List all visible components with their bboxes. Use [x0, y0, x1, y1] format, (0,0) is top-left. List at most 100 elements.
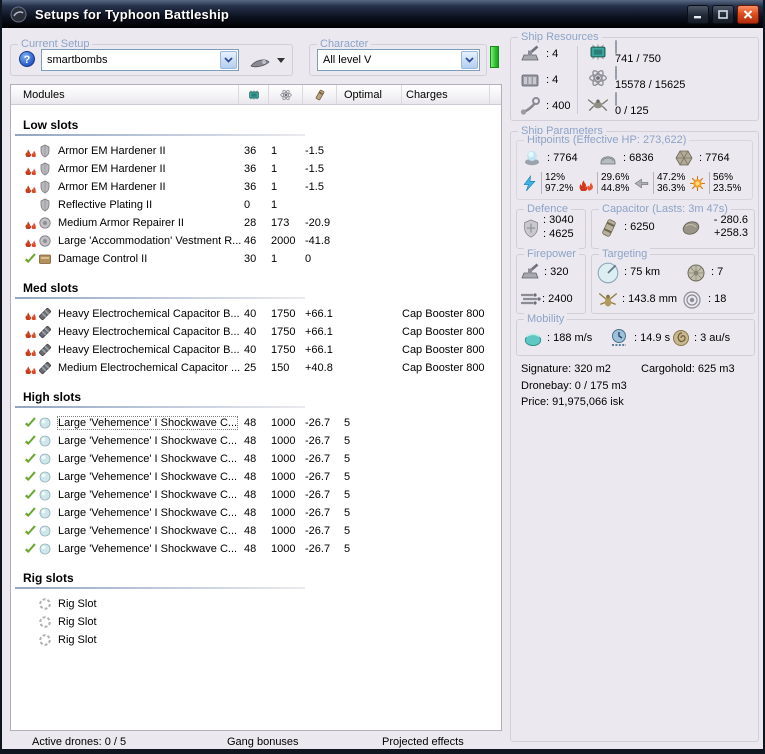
column-cpu[interactable]	[239, 85, 269, 104]
targeting-group: Targeting : 75 km : 7 : 143.8 mm : 18	[591, 248, 755, 314]
cpu-icon	[585, 41, 611, 63]
column-capacitor[interactable]	[303, 85, 337, 104]
column-optimal[interactable]: Optimal	[337, 85, 402, 104]
rig-slot-icon	[38, 597, 52, 611]
cpu-value: 36	[244, 145, 257, 157]
flames-state-icon	[23, 180, 38, 194]
cap-use-value: -26.7	[305, 507, 331, 519]
firepower-group: Firepower : 320 : 2400	[516, 248, 586, 314]
charge-value: Cap Booster 800	[402, 344, 485, 356]
module-row[interactable]: Armor EM Hardener II 36 1 -1.5	[11, 178, 501, 196]
column-charges[interactable]: Charges	[402, 85, 490, 104]
hitpoints-group: Hitpoints (Effective HP: 273,622) : 7764…	[516, 134, 753, 200]
section-header: Med slots	[23, 281, 79, 295]
window-title: Setups for Typhoon Battleship	[35, 6, 230, 22]
capacitor-recharge-icon	[680, 218, 702, 238]
module-row[interactable]: Large 'Vehemence' I Shockwave C... 48 1000…	[11, 432, 501, 450]
setup-combobox-dropdown-button[interactable]	[220, 51, 237, 69]
capacitor-amount: : 6250	[624, 221, 655, 233]
module-row[interactable]: Heavy Electrochemical Capacitor B... 40 17…	[11, 305, 501, 323]
active-drones-toggle[interactable]: Active drones: 0 / 5	[32, 736, 126, 748]
cpu-bar	[615, 40, 617, 54]
module-row[interactable]: Rig Slot	[11, 595, 501, 613]
module-row[interactable]: Large 'Vehemence' I Shockwave C... 48 1000…	[11, 522, 501, 540]
section-divider	[15, 406, 305, 408]
section-divider	[15, 587, 305, 589]
launcher-count: : 4	[546, 74, 559, 86]
module-row[interactable]: Armor EM Hardener II 36 1 -1.5	[11, 142, 501, 160]
module-name: Large 'Vehemence' I Shockwave C...	[58, 489, 238, 501]
module-name: Large 'Vehemence' I Shockwave C...	[58, 543, 238, 555]
kinetic-resistance: 47.2% 36.3%	[633, 172, 689, 194]
smartbomb-icon	[38, 488, 52, 502]
module-row[interactable]: Damage Control II 30 1 0	[11, 250, 501, 268]
optimal-value: 5	[344, 417, 351, 429]
cpu-value: 48	[244, 525, 257, 537]
drone-usage-text: 0 / 125	[615, 105, 649, 117]
optimal-value: 5	[344, 471, 351, 483]
module-row[interactable]: Large 'Vehemence' I Shockwave C... 48 1000…	[11, 468, 501, 486]
module-row[interactable]: Large 'Accommodation' Vestment R... 46 200…	[11, 232, 501, 250]
cpu-value: 36	[244, 181, 257, 193]
powergrid-value: 1000	[271, 435, 296, 447]
module-row[interactable]: Large 'Vehemence' I Shockwave C... 48 1000…	[11, 486, 501, 504]
resources-divider	[577, 46, 578, 114]
module-row[interactable]: Rig Slot	[11, 613, 501, 631]
ship-parameters-group: Ship Parameters Hitpoints (Effective HP:…	[510, 125, 759, 742]
cpu-icon	[247, 88, 261, 102]
character-skill-level-indicator	[490, 46, 499, 68]
shield-hitpoints: : 7764	[521, 148, 597, 168]
check-state-icon	[23, 542, 38, 556]
empty-state-icon	[23, 615, 38, 629]
turret-dps-value: : 320	[544, 266, 569, 278]
align-time-value: : 14.9 s	[634, 332, 671, 344]
module-row[interactable]: Reflective Plating II 0 1	[11, 196, 501, 214]
help-icon[interactable]: ?	[19, 51, 35, 67]
cpu-value: 48	[244, 435, 257, 447]
ship-tools-icon[interactable]	[249, 52, 271, 72]
module-row[interactable]: Armor EM Hardener II 36 1 -1.5	[11, 160, 501, 178]
flames-state-icon	[23, 361, 38, 375]
module-row[interactable]: Heavy Electrochemical Capacitor B... 40 17…	[11, 323, 501, 341]
module-row[interactable]: Large 'Vehemence' I Shockwave C... 48 1000…	[11, 504, 501, 522]
calibration-hardpoints: : 400	[519, 93, 570, 119]
minimize-button[interactable]	[687, 4, 709, 24]
armor-repairer-icon	[38, 216, 52, 230]
em-resistance: 12% 97.2%	[521, 172, 577, 194]
cap-use-value: +66.1	[305, 344, 333, 356]
module-name: Heavy Electrochemical Capacitor B...	[58, 308, 240, 320]
character-combobox-dropdown-button[interactable]	[461, 51, 478, 69]
capacitor-label: Capacitor (Lasts: 3m 47s)	[599, 203, 731, 216]
gang-bonuses-toggle[interactable]: Gang bonuses	[227, 736, 299, 748]
thermal-shield-resist: 29.6%	[601, 172, 630, 183]
projected-effects-toggle[interactable]: Projected effects	[382, 736, 464, 748]
rig-slot-icon	[38, 615, 52, 629]
shield-hp-value: : 7764	[547, 152, 578, 164]
cpu-value: 48	[244, 543, 257, 555]
module-row[interactable]: Large 'Vehemence' I Shockwave C... 48 1000…	[11, 540, 501, 558]
locked-targets-value: : 18	[708, 293, 727, 305]
module-row[interactable]: Medium Armor Repairer II 28 173 -20.9	[11, 214, 501, 232]
kinetic-armor-resist: 36.3%	[657, 183, 686, 194]
capacitor-group: Capacitor (Lasts: 3m 47s) : 6250 - 280.6…	[591, 203, 755, 249]
column-modules[interactable]: Modules	[11, 85, 239, 104]
modules-list-header[interactable]: Modules Optimal Charges	[11, 85, 501, 105]
module-name: Heavy Electrochemical Capacitor B...	[58, 326, 240, 338]
check-state-icon	[23, 488, 38, 502]
module-row[interactable]: Medium Electrochemical Capacitor ... 25 15…	[11, 359, 501, 377]
module-row[interactable]: Large 'Vehemence' I Shockwave C... 48 1000…	[11, 414, 501, 432]
module-row[interactable]: Heavy Electrochemical Capacitor B... 40 17…	[11, 341, 501, 359]
targeting-label: Targeting	[599, 248, 651, 261]
hitpoints-label: Hitpoints (Effective HP: 273,622)	[524, 134, 690, 147]
maximize-button[interactable]	[712, 4, 734, 24]
close-button[interactable]	[737, 4, 759, 24]
setup-combobox[interactable]: smartbombs	[41, 49, 239, 71]
column-powergrid[interactable]	[269, 85, 303, 104]
title-bar[interactable]: Setups for Typhoon Battleship	[2, 0, 763, 28]
ship-tools-dropdown-caret[interactable]	[277, 58, 285, 63]
targeting-range-value: : 75 km	[624, 266, 661, 278]
capacitor-recharge: +258.3	[714, 227, 748, 239]
module-row[interactable]: Rig Slot	[11, 631, 501, 649]
character-combobox[interactable]: All level V	[317, 49, 480, 71]
module-row[interactable]: Large 'Vehemence' I Shockwave C... 48 1000…	[11, 450, 501, 468]
